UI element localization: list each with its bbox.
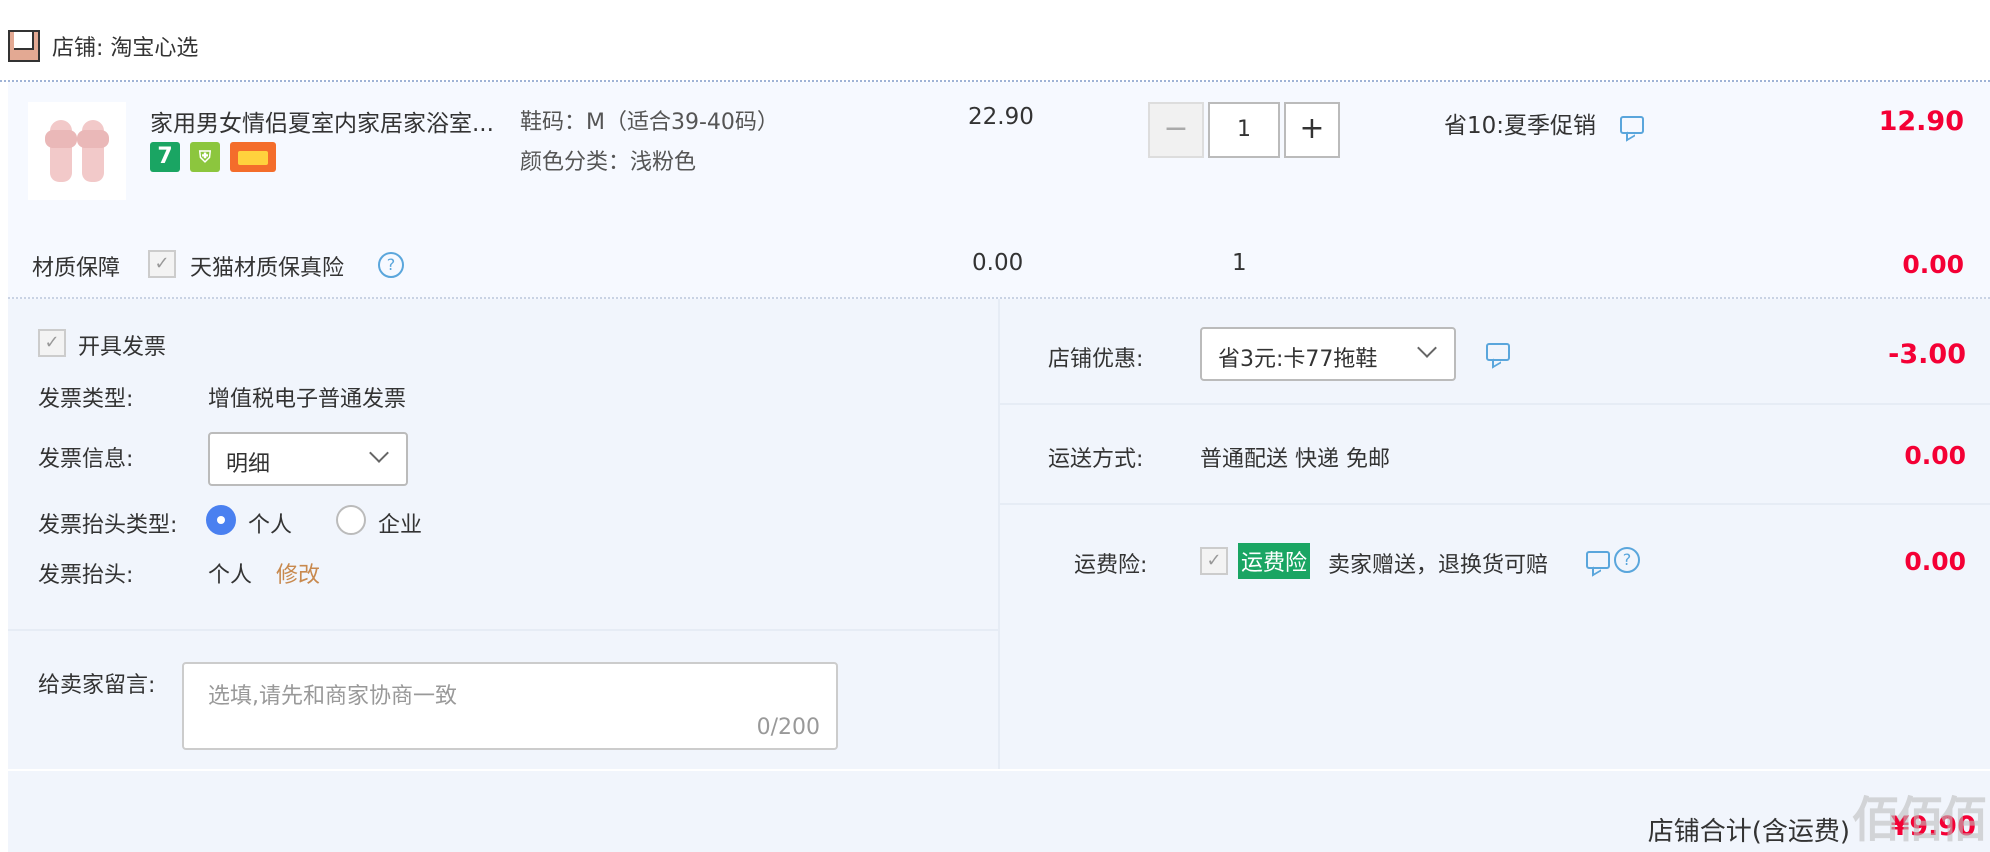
- insurance-amount: 0.00: [1904, 547, 1966, 576]
- order-options-panel: 店铺优惠: 省3元:卡77拖鞋 -3.00 运送方式: 普通配送 快递 免邮 0…: [998, 299, 1990, 769]
- seller-message-label: 给卖家留言:: [38, 673, 156, 698]
- seven-day-return-icon: 7: [150, 142, 180, 172]
- seller-message-input[interactable]: 选填,请先和商家协商一致 0/200: [182, 662, 838, 750]
- order-item: 家用男女情侣夏室内家居家浴室... 7 ⛨ 鞋码：M（适合39-40码） 颜色分…: [8, 82, 1990, 299]
- shop-name[interactable]: 店铺: 淘宝心选: [52, 30, 198, 62]
- coupon-amount: -3.00: [1888, 339, 1966, 370]
- shop-icon: [8, 30, 40, 62]
- credit-card-icon: [230, 142, 276, 172]
- slipper-left-image: [45, 120, 77, 182]
- insurance-badge: 运费险: [1238, 543, 1311, 579]
- coupon-select[interactable]: 省3元:卡77拖鞋: [1200, 327, 1456, 381]
- material-guarantee-checkbox[interactable]: ✓: [148, 250, 176, 278]
- shipping-value: 普通配送 快递 免邮: [1200, 447, 1390, 472]
- guarantee-icon: ⛨: [190, 142, 220, 172]
- item-subtotal: 12.90: [1878, 106, 1964, 137]
- material-guarantee-subtotal: 0.00: [1902, 250, 1964, 279]
- invoice-type-value: 增值税电子普通发票: [208, 387, 407, 412]
- invoice-section: ✓ 开具发票 发票类型: 增值税电子普通发票 发票信息: 明细 发票抬头类型: …: [8, 299, 998, 631]
- coupon-label: 店铺优惠:: [1048, 347, 1144, 372]
- invoice-info-selected: 明细: [226, 452, 271, 477]
- coupon-row: 店铺优惠: 省3元:卡77拖鞋 -3.00: [1000, 299, 1990, 405]
- invoice-head-value: 个人: [208, 563, 253, 588]
- slipper-right-image: [77, 120, 109, 182]
- chat-icon[interactable]: [1486, 343, 1510, 361]
- sku-size: 鞋码：M（适合39-40码）: [520, 110, 779, 135]
- watermark: 佰佰佰: [1851, 792, 1988, 848]
- invoice-type-label: 发票类型:: [38, 387, 134, 412]
- quantity-increase-button[interactable]: +: [1284, 102, 1340, 158]
- product-title[interactable]: 家用男女情侣夏室内家居家浴室...: [150, 104, 494, 138]
- material-guarantee-quantity: 1: [1232, 250, 1247, 276]
- invoice-head-label: 发票抬头:: [38, 563, 134, 588]
- product-thumbnail[interactable]: [28, 102, 126, 200]
- insurance-label: 运费险:: [1074, 553, 1148, 578]
- chevron-down-icon: [1417, 338, 1437, 358]
- radio-company-label[interactable]: 企业: [378, 507, 422, 539]
- unit-price: 22.90: [968, 104, 1034, 130]
- sku-color: 颜色分类：浅粉色: [520, 150, 697, 175]
- help-icon[interactable]: ?: [378, 252, 404, 278]
- material-guarantee-label: 材质保障: [32, 256, 121, 281]
- shop-total-label: 店铺合计(含运费): [1647, 817, 1850, 847]
- chat-icon[interactable]: [1586, 551, 1610, 569]
- invoice-checkbox[interactable]: ✓: [38, 329, 66, 357]
- invoice-info-select[interactable]: 明细: [208, 432, 408, 486]
- radio-personal[interactable]: [206, 505, 236, 535]
- quantity-decrease-button[interactable]: −: [1148, 102, 1204, 158]
- invoice-panel: ✓ 开具发票 发票类型: 增值税电子普通发票 发票信息: 明细 发票抬头类型: …: [8, 299, 998, 769]
- shipping-amount: 0.00: [1904, 441, 1966, 470]
- shipping-insurance-row: 运费险: ✓ 运费险 卖家赠送，退换货可赔 ? 0.00: [1000, 505, 1990, 769]
- invoice-head-edit-link[interactable]: 修改: [276, 557, 320, 589]
- promotion-label: 省10:夏季促销: [1444, 113, 1597, 139]
- invoice-toggle-label[interactable]: 开具发票: [78, 329, 166, 361]
- material-guarantee-price: 0.00: [972, 250, 1024, 276]
- shop-total-bar: 店铺合计(含运费) ¥9.90: [8, 769, 1990, 852]
- insurance-text: 卖家赠送，退换货可赔: [1328, 553, 1549, 578]
- chat-icon[interactable]: [1620, 116, 1644, 134]
- chevron-down-icon: [369, 443, 389, 463]
- coupon-selected: 省3元:卡77拖鞋: [1218, 347, 1378, 372]
- shipping-label: 运送方式:: [1048, 447, 1144, 472]
- help-icon[interactable]: ?: [1614, 547, 1640, 573]
- invoice-info-label: 发票信息:: [38, 447, 134, 472]
- material-guarantee-name: 天猫材质保真险: [190, 256, 345, 281]
- radio-personal-label[interactable]: 个人: [248, 507, 292, 539]
- radio-company[interactable]: [336, 505, 366, 535]
- shipping-row: 运送方式: 普通配送 快递 免邮 0.00: [1000, 405, 1990, 505]
- shop-header: 店铺: 淘宝心选: [0, 0, 1990, 82]
- seller-message-counter: 0/200: [756, 715, 820, 740]
- insurance-checkbox[interactable]: ✓: [1200, 547, 1228, 575]
- quantity-input[interactable]: 1: [1208, 102, 1280, 158]
- invoice-head-type-label: 发票抬头类型:: [38, 513, 178, 538]
- seller-message-placeholder: 选填,请先和商家协商一致: [208, 684, 457, 709]
